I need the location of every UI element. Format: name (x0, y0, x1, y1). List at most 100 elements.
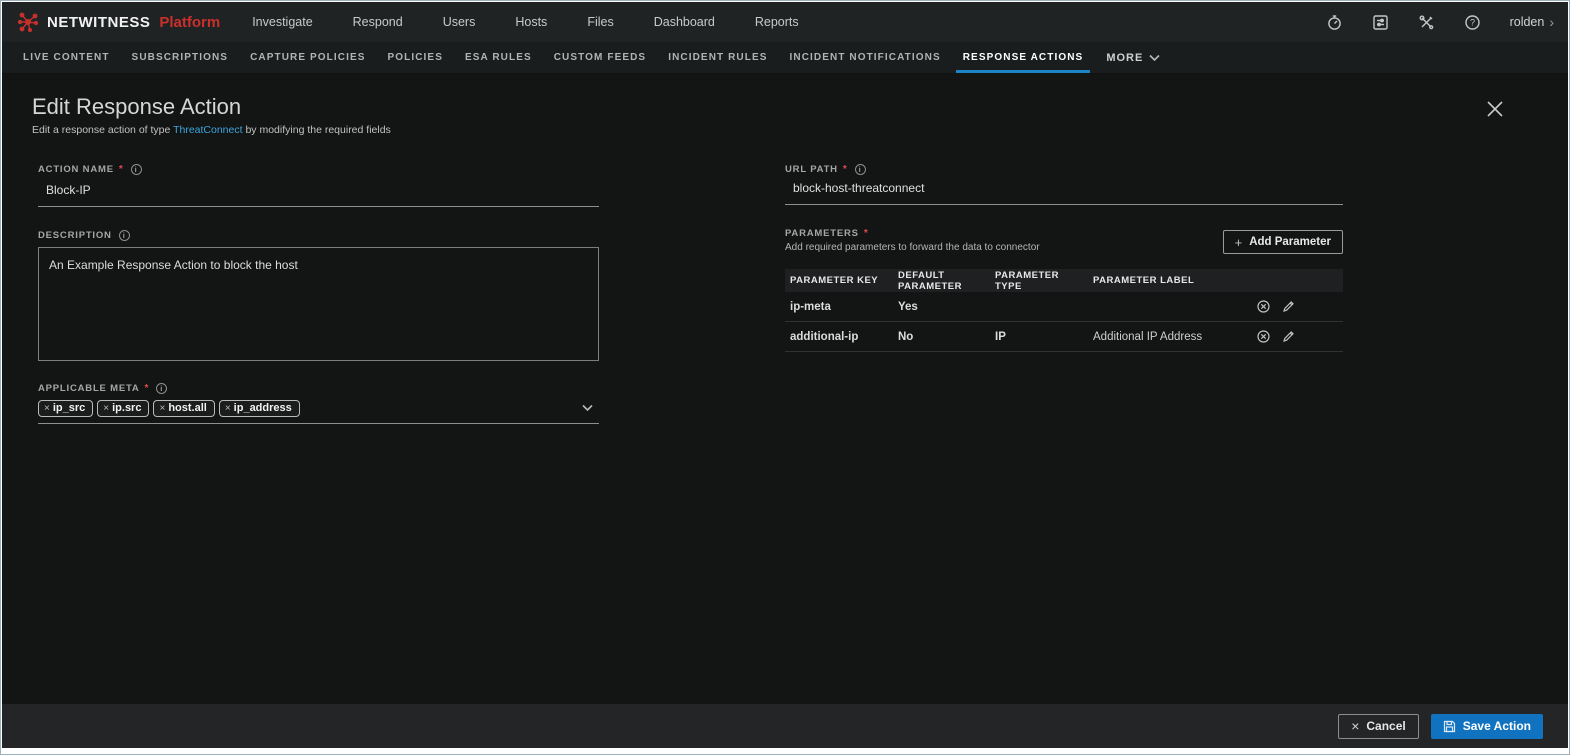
url-path-group: URL PATH * i block-host-threatconnect (785, 164, 1343, 205)
info-icon[interactable]: i (854, 164, 866, 175)
col-default-parameter: DEFAULT PARAMETER (898, 269, 962, 292)
applicable-meta-group: APPLICABLE META * i × ip_src × ip.src × host.… (38, 383, 599, 424)
remove-tag-icon[interactable]: × (103, 403, 109, 414)
applicable-meta-label: APPLICABLE META * i (38, 383, 599, 394)
meta-tag: × ip.src (97, 400, 150, 417)
tab-more[interactable]: MORE (1094, 42, 1172, 73)
close-icon: × (1351, 718, 1360, 734)
required-marker: * (863, 228, 869, 239)
add-parameter-label: Add Parameter (1249, 236, 1331, 248)
info-icon[interactable]: i (130, 164, 142, 175)
cell-parameter-label: Additional IP Address... (1093, 330, 1203, 343)
description-label: DESCRIPTION i (38, 230, 599, 241)
chevron-right-icon: › (1549, 14, 1554, 30)
svg-text:?: ? (1470, 17, 1475, 27)
url-path-input[interactable]: block-host-threatconnect (785, 175, 1343, 205)
cancel-button[interactable]: × Cancel (1338, 713, 1419, 739)
delete-icon[interactable] (1257, 300, 1270, 313)
cancel-label: Cancel (1366, 719, 1406, 733)
netwitness-app: NETWITNESS Platform Investigate Respond U… (2, 2, 1568, 748)
add-parameter-button[interactable]: + Add Parameter (1222, 230, 1343, 254)
cell-parameter-key: additional-ip (790, 330, 859, 343)
required-marker: * (118, 164, 124, 175)
tab-subscriptions[interactable]: SUBSCRIPTIONS (121, 42, 240, 73)
col-parameter-label: PARAMETER LABEL (1093, 275, 1195, 286)
delete-icon[interactable] (1257, 330, 1270, 343)
applicable-meta-select[interactable]: × ip_src × ip.src × host.all × ip_address (38, 398, 599, 424)
col-parameter-key: PARAMETER KEY (790, 275, 879, 286)
row-actions (1203, 330, 1343, 343)
info-icon[interactable]: i (118, 230, 130, 241)
brand-suffix: Platform (159, 13, 221, 31)
tab-more-label: MORE (1106, 51, 1144, 64)
required-marker: * (842, 164, 848, 175)
tab-response-actions[interactable]: RESPONSE ACTIONS (952, 42, 1095, 73)
tab-incident-notifications[interactable]: INCIDENT NOTIFICATIONS (779, 42, 952, 73)
nav-files[interactable]: Files (587, 15, 613, 29)
screenshot-frame: NETWITNESS Platform Investigate Respond U… (0, 0, 1570, 755)
required-marker: * (144, 383, 150, 394)
close-panel-button[interactable] (1484, 98, 1506, 120)
page-subtitle: Edit a response action of type ThreatCon… (32, 124, 391, 136)
subtitle-suffix: by modifying the required fields (242, 124, 391, 136)
timer-icon[interactable] (1326, 13, 1344, 31)
top-navigation-bar: NETWITNESS Platform Investigate Respond U… (2, 2, 1568, 42)
threatconnect-link[interactable]: ThreatConnect (173, 124, 242, 136)
url-path-label-text: URL PATH (785, 164, 838, 175)
tab-live-content[interactable]: LIVE CONTENT (12, 42, 121, 73)
tab-incident-rules[interactable]: INCIDENT RULES (657, 42, 778, 73)
action-name-input[interactable]: Block-IP (38, 177, 599, 207)
user-menu[interactable]: rolden › (1510, 14, 1554, 30)
netwitness-logo[interactable]: NETWITNESS Platform (16, 10, 220, 34)
footer-action-bar: × Cancel Save Action (2, 704, 1568, 748)
table-row: ip-meta Yes (785, 292, 1343, 322)
edit-response-action-panel: Edit Response Action Edit a response act… (2, 74, 1568, 704)
description-group: DESCRIPTION i An Example Response Action … (38, 230, 599, 361)
action-name-label-text: ACTION NAME (38, 164, 114, 175)
tab-esa-rules[interactable]: ESA RULES (454, 42, 543, 73)
parameters-table: PARAMETER KEY DEFAULT PARAMETER PARAMETE… (785, 269, 1343, 352)
info-icon[interactable]: i (156, 383, 168, 394)
meta-tag: × ip_src (38, 400, 94, 417)
nav-users[interactable]: Users (443, 15, 476, 29)
action-name-group: ACTION NAME * i Block-IP (38, 164, 599, 207)
chevron-down-icon[interactable] (582, 404, 593, 412)
url-path-label: URL PATH * i (785, 164, 1343, 175)
tab-custom-feeds[interactable]: CUSTOM FEEDS (543, 42, 657, 73)
remove-tag-icon[interactable]: × (159, 403, 165, 414)
nav-reports[interactable]: Reports (755, 15, 799, 29)
save-action-label: Save Action (1462, 719, 1531, 733)
col-parameter-type: PARAMETER TYPE (995, 269, 1059, 292)
help-icon[interactable]: ? (1464, 13, 1482, 31)
cell-default-parameter: No (898, 330, 914, 343)
nav-hosts[interactable]: Hosts (515, 15, 547, 29)
meta-tag: × ip_address (218, 400, 300, 417)
meta-tag-label: ip.src (112, 402, 142, 414)
admin-tools-icon[interactable] (1418, 13, 1436, 31)
jobs-icon[interactable] (1372, 13, 1390, 31)
description-textarea[interactable]: An Example Response Action to block the … (38, 247, 599, 361)
applicable-meta-label-text: APPLICABLE META (38, 383, 140, 394)
meta-tag-label: host.all (168, 402, 207, 414)
remove-tag-icon[interactable]: × (44, 403, 50, 414)
edit-icon[interactable] (1282, 330, 1295, 343)
main-menu: Investigate Respond Users Hosts Files Da… (252, 15, 798, 29)
parameters-group: PARAMETERS * Add required parameters to f… (785, 228, 1343, 352)
save-action-button[interactable]: Save Action (1430, 713, 1543, 739)
nav-dashboard[interactable]: Dashboard (654, 15, 715, 29)
close-icon (1487, 101, 1503, 117)
nav-respond[interactable]: Respond (353, 15, 403, 29)
edit-icon[interactable] (1282, 300, 1295, 313)
tab-policies[interactable]: POLICIES (376, 42, 453, 73)
description-label-text: DESCRIPTION (38, 230, 112, 241)
remove-tag-icon[interactable]: × (225, 403, 231, 414)
plus-icon: + (1234, 234, 1243, 250)
brand-name: NETWITNESS (47, 13, 151, 31)
nav-investigate[interactable]: Investigate (252, 15, 312, 29)
cell-parameter-type: IP (995, 330, 1006, 343)
meta-tag-label: ip_src (52, 402, 86, 414)
subtitle-prefix: Edit a response action of type (32, 124, 174, 136)
netwitness-logo-icon (17, 12, 39, 33)
tab-capture-policies[interactable]: CAPTURE POLICIES (239, 42, 376, 73)
chevron-down-icon (1149, 54, 1160, 61)
